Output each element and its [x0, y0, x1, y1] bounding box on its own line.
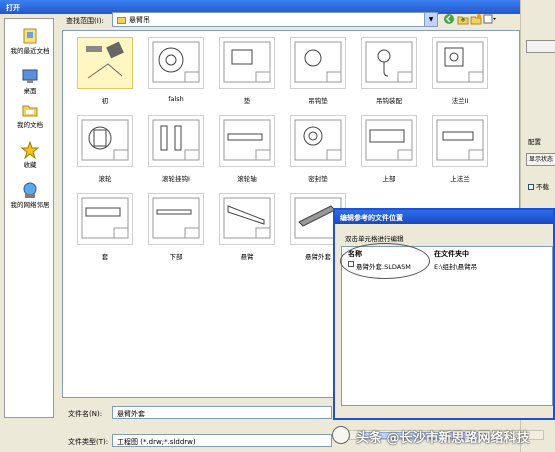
back-icon[interactable]	[443, 13, 455, 25]
file-thumbnail	[361, 37, 417, 89]
file-thumbnail	[361, 115, 417, 167]
dialog-hint: 双击单元格进行编辑	[345, 235, 404, 243]
watermark-text: 头条 @长沙市新思路网络科技	[356, 431, 530, 446]
file-name: 初	[101, 97, 109, 105]
watermark-logo-icon	[332, 426, 350, 444]
file-thumbnail	[77, 115, 133, 167]
file-item[interactable]: 吊钩装配	[359, 37, 419, 105]
filetype-label: 文件类型(T):	[68, 438, 109, 446]
display-state-box[interactable]: 显示状态	[526, 153, 555, 166]
file-thumbnail	[290, 115, 346, 167]
file-name: 滚轮	[98, 175, 112, 183]
file-name: 下部	[169, 253, 183, 261]
file-name: 吊钩装配	[376, 97, 402, 105]
recent-documents-icon	[21, 27, 39, 45]
file-thumbnail	[432, 37, 488, 89]
lookin-label: 查找范围(I):	[66, 17, 104, 25]
file-thumbnail	[432, 115, 488, 167]
checkbox[interactable]	[528, 184, 534, 190]
file-thumbnail	[219, 37, 275, 89]
place-label: 我的最近文档	[10, 47, 50, 55]
file-item[interactable]: 垫	[217, 37, 277, 105]
file-item[interactable]: 下部	[146, 193, 206, 261]
place-recent-documents[interactable]: 我的最近文档	[5, 27, 55, 55]
favorites-star-icon	[20, 140, 40, 160]
display-state-label: 显示状态	[529, 156, 554, 163]
column-header-folder[interactable]: 在文件夹中	[434, 249, 469, 259]
file-name: 套	[101, 253, 109, 261]
file-item[interactable]: 滚轮挂钩I	[146, 115, 206, 183]
dialog-title: 编辑参考的文件位置	[335, 210, 553, 224]
new-folder-icon[interactable]	[470, 13, 482, 25]
reference-folder-cell[interactable]: E:\组封\悬臂吊	[434, 261, 477, 271]
no-load-option[interactable]: 不载	[528, 181, 549, 191]
filename-input[interactable]: 悬臂外套	[112, 406, 332, 419]
file-name: 上部	[382, 175, 396, 183]
chevron-down-icon[interactable]: ▼	[424, 13, 437, 26]
my-documents-icon	[21, 101, 39, 119]
checkbox-label: 不载	[536, 183, 549, 191]
view-menu-icon[interactable]	[483, 13, 496, 25]
file-name: 悬臂	[240, 253, 254, 261]
lookin-combo[interactable]: 悬臂吊 ▼	[112, 12, 438, 27]
place-label: 收藏	[23, 161, 37, 169]
file-item[interactable]: falsh	[146, 37, 206, 103]
place-network[interactable]: 我的网络邻居	[5, 181, 55, 209]
file-item[interactable]: 滚轮轴	[217, 115, 277, 183]
file-item[interactable]: 上部	[359, 115, 419, 183]
lookin-value: 悬臂吊	[129, 16, 150, 24]
place-favorites[interactable]: 收藏	[5, 140, 55, 169]
places-bar: 我的最近文档 桌面 我的文档 收藏 我的网络邻居	[4, 18, 54, 418]
folder-icon	[117, 16, 126, 24]
config-label: 配置	[528, 138, 541, 146]
file-name: 吊钩垫	[308, 97, 328, 105]
file-name: 滚轮挂钩I	[162, 175, 190, 183]
file-name: 垫	[243, 97, 251, 105]
highlight-oval	[340, 243, 430, 279]
file-name: falsh	[168, 95, 184, 103]
file-item[interactable]: 上法兰	[430, 115, 490, 183]
file-name: 密封垫	[308, 175, 328, 183]
file-thumbnail	[77, 193, 133, 245]
file-item[interactable]: 密封垫	[288, 115, 348, 183]
place-label: 桌面	[23, 87, 37, 95]
file-thumbnail	[219, 193, 275, 245]
file-name: 滚轮轴	[237, 175, 257, 183]
up-folder-icon[interactable]	[457, 13, 469, 25]
file-thumbnail	[148, 193, 204, 245]
file-thumbnail	[148, 37, 204, 89]
file-item[interactable]: 吊钩垫	[288, 37, 348, 105]
place-label: 我的文档	[17, 121, 43, 129]
file-item[interactable]: 悬臂	[217, 193, 277, 261]
place-desktop[interactable]: 桌面	[5, 67, 55, 95]
file-thumbnail	[219, 115, 275, 167]
network-icon	[21, 181, 39, 199]
file-item[interactable]: 法兰II	[430, 37, 490, 105]
file-name: 法兰II	[451, 97, 469, 105]
file-thumbnail	[77, 37, 133, 89]
edit-references-dialog: 编辑参考的文件位置 双击单元格进行编辑 名称 在文件夹中 悬臂外套.SLDASM…	[333, 208, 555, 440]
place-my-documents[interactable]: 我的文档	[5, 101, 55, 129]
file-thumbnail	[148, 115, 204, 167]
file-item[interactable]: 初	[75, 37, 135, 105]
filename-label: 文件名(N):	[68, 410, 103, 418]
file-name: 上法兰	[450, 175, 470, 183]
place-label: 我的网络邻居	[10, 201, 50, 209]
file-item[interactable]: 套	[75, 193, 135, 261]
file-thumbnail	[290, 37, 346, 89]
side-tab-button[interactable]	[526, 40, 555, 53]
filetype-select[interactable]: 工程图 (*.drw;*.slddrw)	[112, 434, 332, 447]
file-item[interactable]: 滚轮	[75, 115, 135, 183]
desktop-icon	[21, 67, 39, 85]
watermark: 头条 @长沙市新思路网络科技	[332, 423, 552, 449]
